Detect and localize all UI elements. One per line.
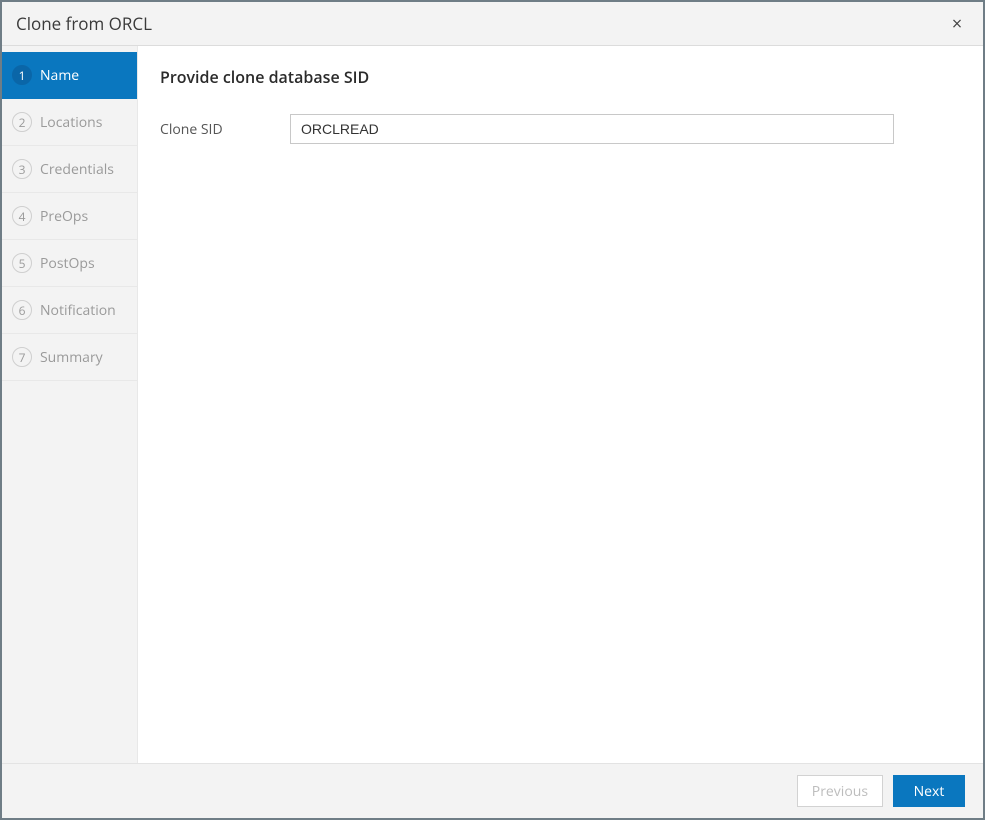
clone-sid-label: Clone SID	[160, 120, 290, 139]
step-number: 5	[12, 253, 32, 273]
step-label: Notification	[40, 301, 116, 320]
step-number: 2	[12, 112, 32, 132]
step-notification[interactable]: 6 Notification	[2, 287, 137, 334]
step-credentials[interactable]: 3 Credentials	[2, 146, 137, 193]
clone-sid-input[interactable]	[290, 114, 894, 144]
wizard-sidebar: 1 Name 2 Locations 3 Credentials 4 PreOp…	[2, 46, 138, 763]
step-postops[interactable]: 5 PostOps	[2, 240, 137, 287]
step-name[interactable]: 1 Name	[2, 52, 137, 99]
step-label: PreOps	[40, 207, 88, 226]
step-number: 7	[12, 347, 32, 367]
step-number: 4	[12, 206, 32, 226]
step-preops[interactable]: 4 PreOps	[2, 193, 137, 240]
dialog-title: Clone from ORCL	[16, 12, 152, 35]
dialog-body: 1 Name 2 Locations 3 Credentials 4 PreOp…	[2, 46, 983, 764]
wizard-content: Provide clone database SID Clone SID	[138, 46, 983, 763]
previous-button: Previous	[797, 775, 883, 807]
step-number: 1	[12, 65, 32, 85]
step-locations[interactable]: 2 Locations	[2, 99, 137, 146]
clone-dialog: Clone from ORCL × 1 Name 2 Locations 3 C…	[0, 0, 985, 820]
step-label: Locations	[40, 113, 102, 132]
close-icon[interactable]: ×	[945, 12, 969, 36]
content-heading: Provide clone database SID	[160, 66, 961, 88]
step-label: PostOps	[40, 254, 95, 273]
step-number: 3	[12, 159, 32, 179]
next-button[interactable]: Next	[893, 775, 965, 807]
dialog-footer: Previous Next	[2, 764, 983, 818]
clone-sid-row: Clone SID	[160, 114, 961, 144]
step-label: Credentials	[40, 160, 114, 179]
step-label: Summary	[40, 348, 103, 367]
step-label: Name	[40, 66, 79, 85]
step-summary[interactable]: 7 Summary	[2, 334, 137, 381]
titlebar: Clone from ORCL ×	[2, 2, 983, 46]
step-number: 6	[12, 300, 32, 320]
